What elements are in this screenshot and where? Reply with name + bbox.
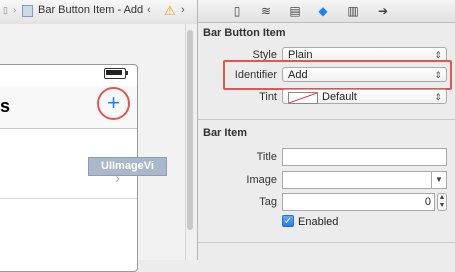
warning-icon[interactable]: ⚠: [164, 3, 176, 19]
identifier-highlight: [223, 60, 452, 90]
inspector-toolbar: ▯ ≋ ▤ ◆ ▥ ➔: [198, 0, 455, 23]
jump-bar: ▯ › Bar Button Item - Add ‹ ⚠ ›: [0, 0, 197, 25]
battery-tip: [126, 71, 128, 75]
nav-title: s: [0, 96, 11, 116]
tag-stepper[interactable]: ▲ ▼: [437, 193, 447, 211]
popup-arrows-icon: ⇕: [434, 92, 442, 102]
image-label: Image: [246, 174, 277, 186]
identity-inspector-icon[interactable]: ▤: [287, 3, 303, 19]
tint-value: Default: [322, 91, 357, 103]
enabled-label: Enabled: [298, 216, 339, 228]
tint-label: Tint: [259, 91, 277, 103]
add-button-highlight: [97, 87, 130, 120]
tag-value: 0: [424, 196, 431, 208]
battery-level: [106, 70, 122, 75]
combo-dropdown-icon[interactable]: ▼: [431, 172, 446, 188]
title-field[interactable]: [282, 148, 447, 166]
tint-swatch: [288, 92, 318, 104]
file-inspector-icon[interactable]: ▯: [229, 3, 245, 19]
enabled-checkbox[interactable]: ✓: [282, 215, 294, 227]
attributes-inspector-icon[interactable]: ◆: [315, 3, 331, 19]
breadcrumb-separator-icon: ›: [13, 5, 17, 16]
tag-label: Tag: [259, 196, 277, 208]
connections-inspector-icon[interactable]: ➔: [375, 3, 391, 19]
image-combo[interactable]: ▼: [282, 171, 447, 189]
bar-item-header: Bar Item: [203, 127, 248, 139]
previous-issue-icon[interactable]: ‹: [147, 4, 151, 16]
size-inspector-icon[interactable]: ▥: [345, 3, 361, 19]
section-divider: [198, 119, 455, 120]
title-label: Title: [256, 151, 277, 163]
bar-button-item-icon: [22, 5, 33, 17]
image-view[interactable]: UIImageVi: [63, 152, 167, 178]
bar-button-item-header: Bar Button Item: [203, 27, 286, 39]
tint-popup[interactable]: Default ⇕: [282, 89, 447, 104]
tag-field[interactable]: 0: [282, 193, 435, 211]
section-divider: [198, 242, 455, 243]
editor-scrollbar-thumb[interactable]: [187, 30, 193, 230]
next-issue-icon[interactable]: ›: [181, 4, 185, 16]
quick-help-icon[interactable]: ≋: [258, 3, 274, 19]
default-color-slash-icon: [289, 93, 317, 103]
disclosure-chevron-icon: ›: [115, 170, 120, 187]
breadcrumb[interactable]: Bar Button Item - Add: [38, 4, 143, 16]
jumpbar-edge-icon: ▯: [3, 5, 8, 15]
image-view-label: UIImageVi: [88, 157, 167, 176]
